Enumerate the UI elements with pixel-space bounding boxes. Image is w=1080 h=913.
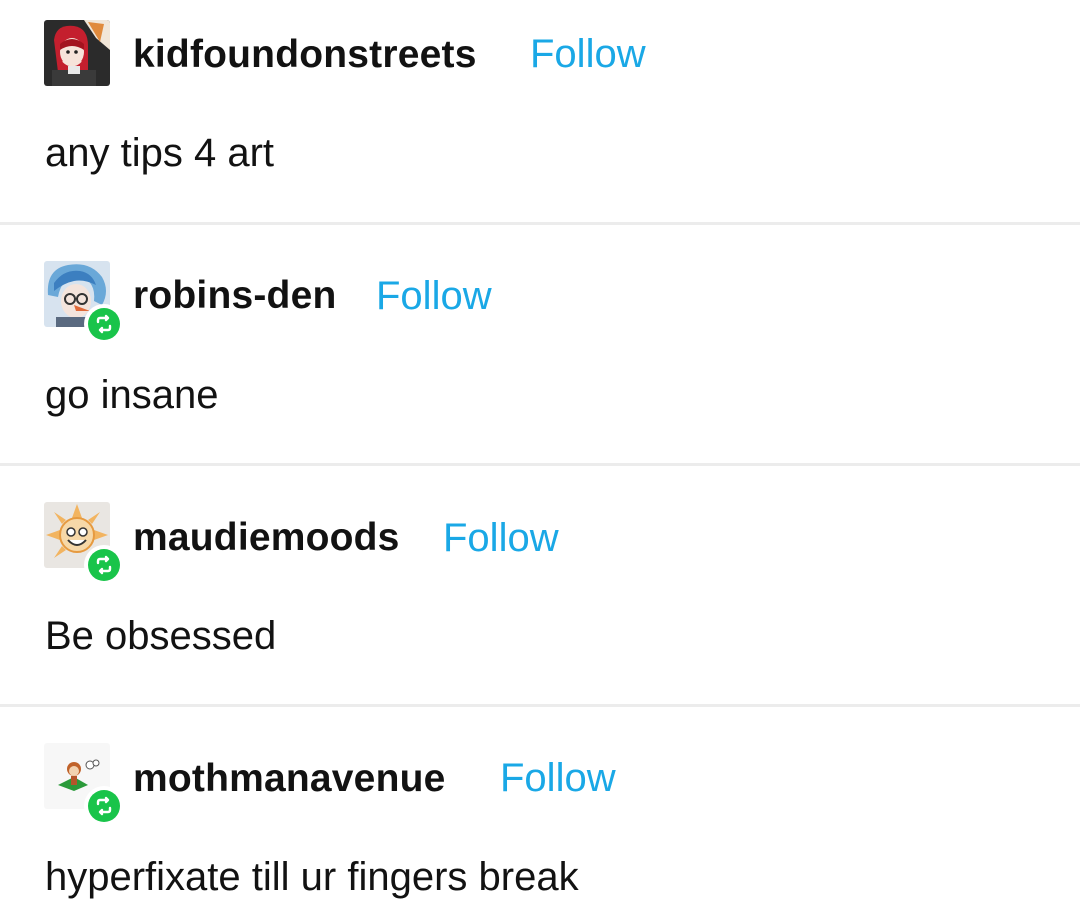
- avatar[interactable]: [44, 743, 124, 826]
- follow-button[interactable]: Follow: [443, 518, 559, 558]
- reblog-icon: [84, 304, 124, 344]
- divider: [0, 704, 1080, 707]
- avatar[interactable]: [44, 20, 110, 86]
- follow-button[interactable]: Follow: [376, 276, 492, 316]
- post-text: any tips 4 art: [45, 131, 275, 175]
- reblog-icon: [84, 545, 124, 585]
- avatar[interactable]: [44, 502, 124, 585]
- username[interactable]: mothmanavenue: [133, 759, 446, 798]
- avatar[interactable]: [44, 261, 124, 344]
- divider: [0, 463, 1080, 466]
- post-text: go insane: [45, 373, 219, 417]
- divider: [0, 222, 1080, 225]
- username[interactable]: maudiemoods: [133, 518, 400, 557]
- username[interactable]: kidfoundonstreets: [133, 35, 477, 74]
- follow-button[interactable]: Follow: [500, 758, 616, 798]
- avatar-red-hair-fox-icon: [44, 20, 110, 86]
- username[interactable]: robins-den: [133, 276, 337, 315]
- post-text: Be obsessed: [45, 614, 277, 658]
- reblog-icon: [84, 786, 124, 826]
- follow-button[interactable]: Follow: [530, 34, 646, 74]
- post-text: hyperfixate till ur fingers break: [45, 855, 579, 899]
